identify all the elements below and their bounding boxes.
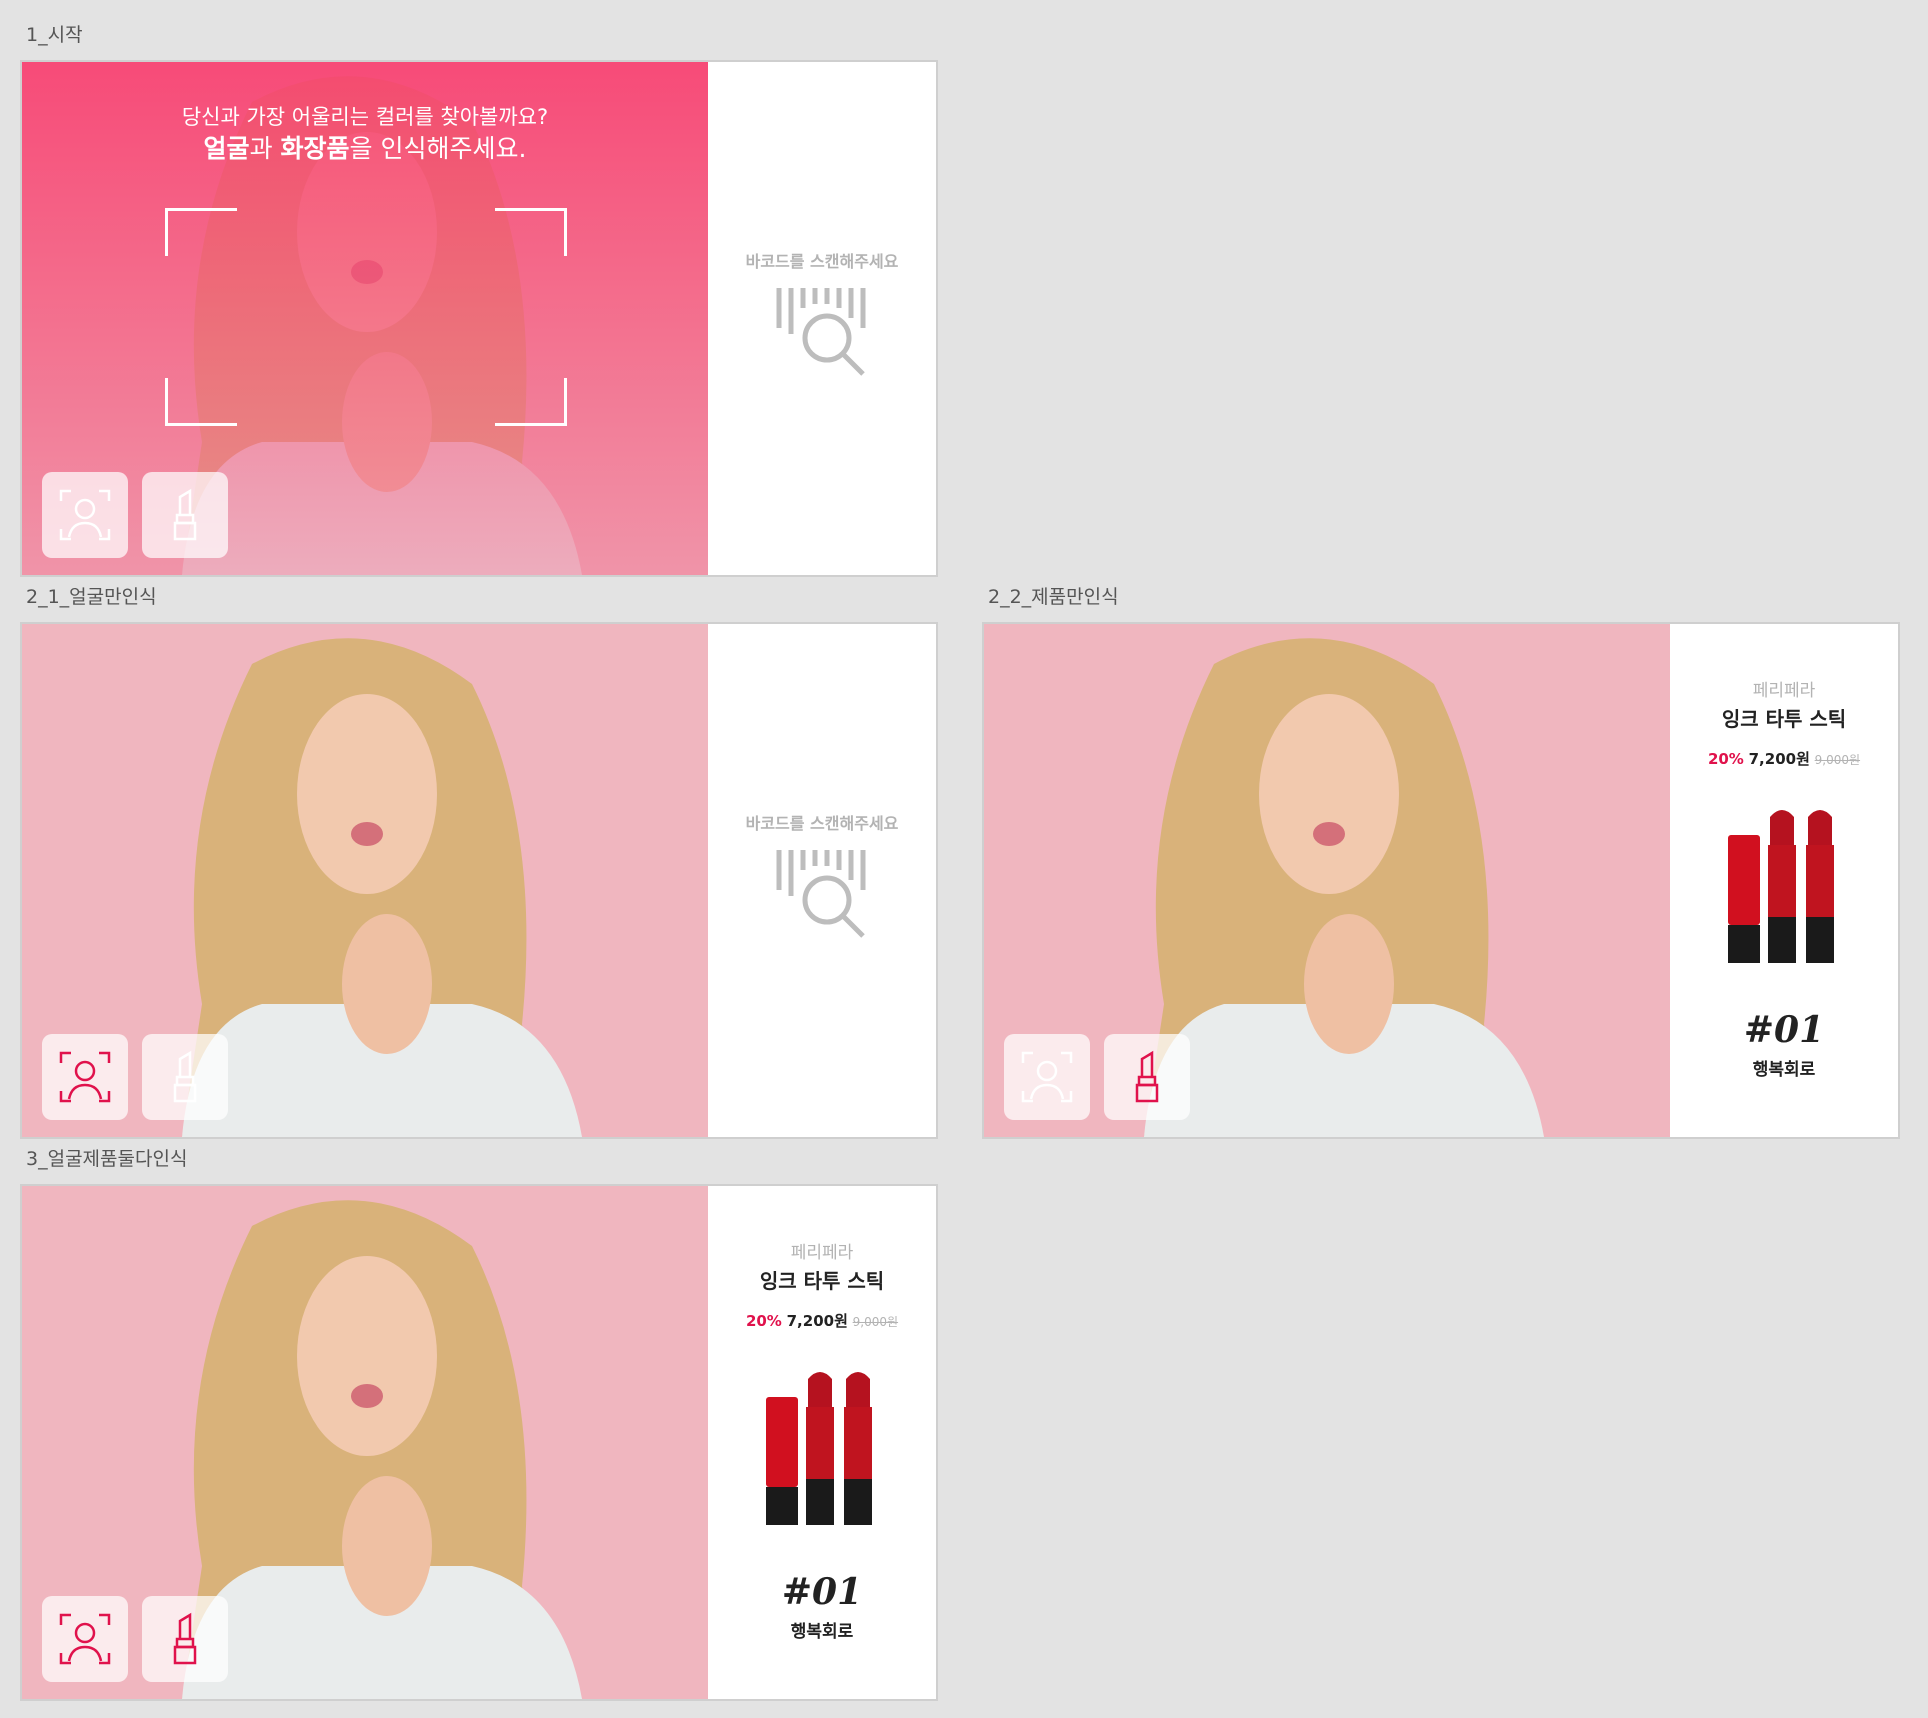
- camera-view: [984, 624, 1670, 1137]
- artboard-face-only: 바코드를 스캔해주세요: [20, 622, 938, 1139]
- prompt-tail: 을 인식해주세요.: [349, 134, 527, 163]
- original-price: 9,000원: [1814, 753, 1861, 767]
- lipstick-icon: [1135, 1050, 1159, 1103]
- shade-name: 행복회로: [790, 1622, 854, 1642]
- face-scan-icon: [59, 1613, 111, 1665]
- face-mode-button[interactable]: [42, 1596, 128, 1682]
- artboard-both: 페리페라 잉크 타투 스틱 20% 7,200원 9,000원 #01 행복회로: [20, 1184, 938, 1701]
- lipstick-icon: [173, 1612, 197, 1665]
- prompt-product-word: 화장품: [280, 134, 350, 163]
- product-panel: 페리페라 잉크 타투 스틱 20% 7,200원 9,000원 #01 행복회로: [1670, 624, 1898, 1137]
- artboard-label-product-only: 2_2_제품만인식: [988, 586, 1119, 608]
- sale-price: 7,200원: [786, 1312, 848, 1330]
- scan-prompt: 당신과 가장 어울리는 컬러를 찾아볼까요? 얼굴과 화장품을 인식해주세요.: [22, 102, 708, 166]
- barcode-prompt: 바코드를 스캔해주세요: [708, 248, 936, 388]
- lipstick-icon: [173, 1050, 197, 1103]
- prompt-line-1: 당신과 가장 어울리는 컬러를 찾아볼까요?: [181, 105, 549, 129]
- shade-number: #01: [1743, 1009, 1825, 1051]
- lipstick-icon: [173, 488, 197, 541]
- barcode-prompt: 바코드를 스캔해주세요: [708, 810, 936, 950]
- face-mode-button[interactable]: [1004, 1034, 1090, 1120]
- product-price: 20% 7,200원 9,000원: [708, 1310, 936, 1331]
- camera-view: 당신과 가장 어울리는 컬러를 찾아볼까요? 얼굴과 화장품을 인식해주세요.: [22, 62, 708, 575]
- artboard-label-face-only: 2_1_얼굴만인식: [26, 586, 157, 608]
- product-panel: 페리페라 잉크 타투 스틱 20% 7,200원 9,000원 #01 행복회로: [708, 1186, 936, 1699]
- face-scan-icon: [59, 1051, 111, 1103]
- side-panel: 바코드를 스캔해주세요: [708, 62, 936, 575]
- product-name: 잉크 타투 스틱: [759, 1269, 885, 1293]
- lipstick-product-image: [1728, 810, 1834, 963]
- scan-frame: [165, 208, 567, 426]
- product-mode-button[interactable]: [142, 1034, 228, 1120]
- side-panel: 바코드를 스캔해주세요: [708, 624, 936, 1137]
- product-brand: 페리페라: [790, 1243, 854, 1263]
- camera-view: [22, 1186, 708, 1699]
- artboard-start: 당신과 가장 어울리는 컬러를 찾아볼까요? 얼굴과 화장품을 인식해주세요.: [20, 60, 938, 577]
- face-mode-button[interactable]: [42, 1034, 128, 1120]
- product-info: 페리페라 잉크 타투 스틱 20% 7,200원 9,000원 #01 행복회로: [1670, 676, 1898, 1080]
- product-price: 20% 7,200원 9,000원: [1670, 748, 1898, 769]
- camera-view: [22, 624, 708, 1137]
- barcode-text: 바코드를 스캔해주세요: [745, 814, 899, 833]
- product-mode-button[interactable]: [142, 472, 228, 558]
- artboard-product-only: 페리페라 잉크 타투 스틱 20% 7,200원 9,000원 #01 행복회로: [982, 622, 1900, 1139]
- face-scan-icon: [1021, 1051, 1073, 1103]
- artboard-label-both: 3_얼굴제품둘다인식: [26, 1148, 188, 1170]
- product-info: 페리페라 잉크 타투 스틱 20% 7,200원 9,000원 #01 행복회로: [708, 1238, 936, 1642]
- product-name: 잉크 타투 스틱: [1721, 707, 1847, 731]
- barcode-scan-icon: [776, 288, 866, 376]
- barcode-scan-icon: [776, 850, 866, 938]
- lipstick-product-image: [766, 1372, 872, 1525]
- original-price: 9,000원: [852, 1315, 899, 1329]
- discount-rate: 20%: [1707, 750, 1744, 768]
- barcode-text: 바코드를 스캔해주세요: [745, 252, 899, 271]
- prompt-connector: 과: [249, 134, 281, 163]
- frame-corner-icon: [165, 208, 237, 256]
- frame-corner-icon: [495, 208, 567, 256]
- product-brand: 페리페라: [1752, 681, 1816, 701]
- discount-rate: 20%: [745, 1312, 782, 1330]
- prompt-face-word: 얼굴: [203, 134, 250, 163]
- prompt-line-2: 얼굴과 화장품을 인식해주세요.: [22, 132, 708, 166]
- frame-corner-icon: [165, 378, 237, 426]
- frame-corner-icon: [495, 378, 567, 426]
- face-scan-icon: [59, 489, 111, 541]
- shade-name: 행복회로: [1752, 1060, 1816, 1080]
- shade-number: #01: [781, 1571, 863, 1613]
- artboard-label-start: 1_시작: [26, 24, 83, 46]
- sale-price: 7,200원: [1748, 750, 1810, 768]
- product-mode-button[interactable]: [142, 1596, 228, 1682]
- face-mode-button[interactable]: [42, 472, 128, 558]
- product-mode-button[interactable]: [1104, 1034, 1190, 1120]
